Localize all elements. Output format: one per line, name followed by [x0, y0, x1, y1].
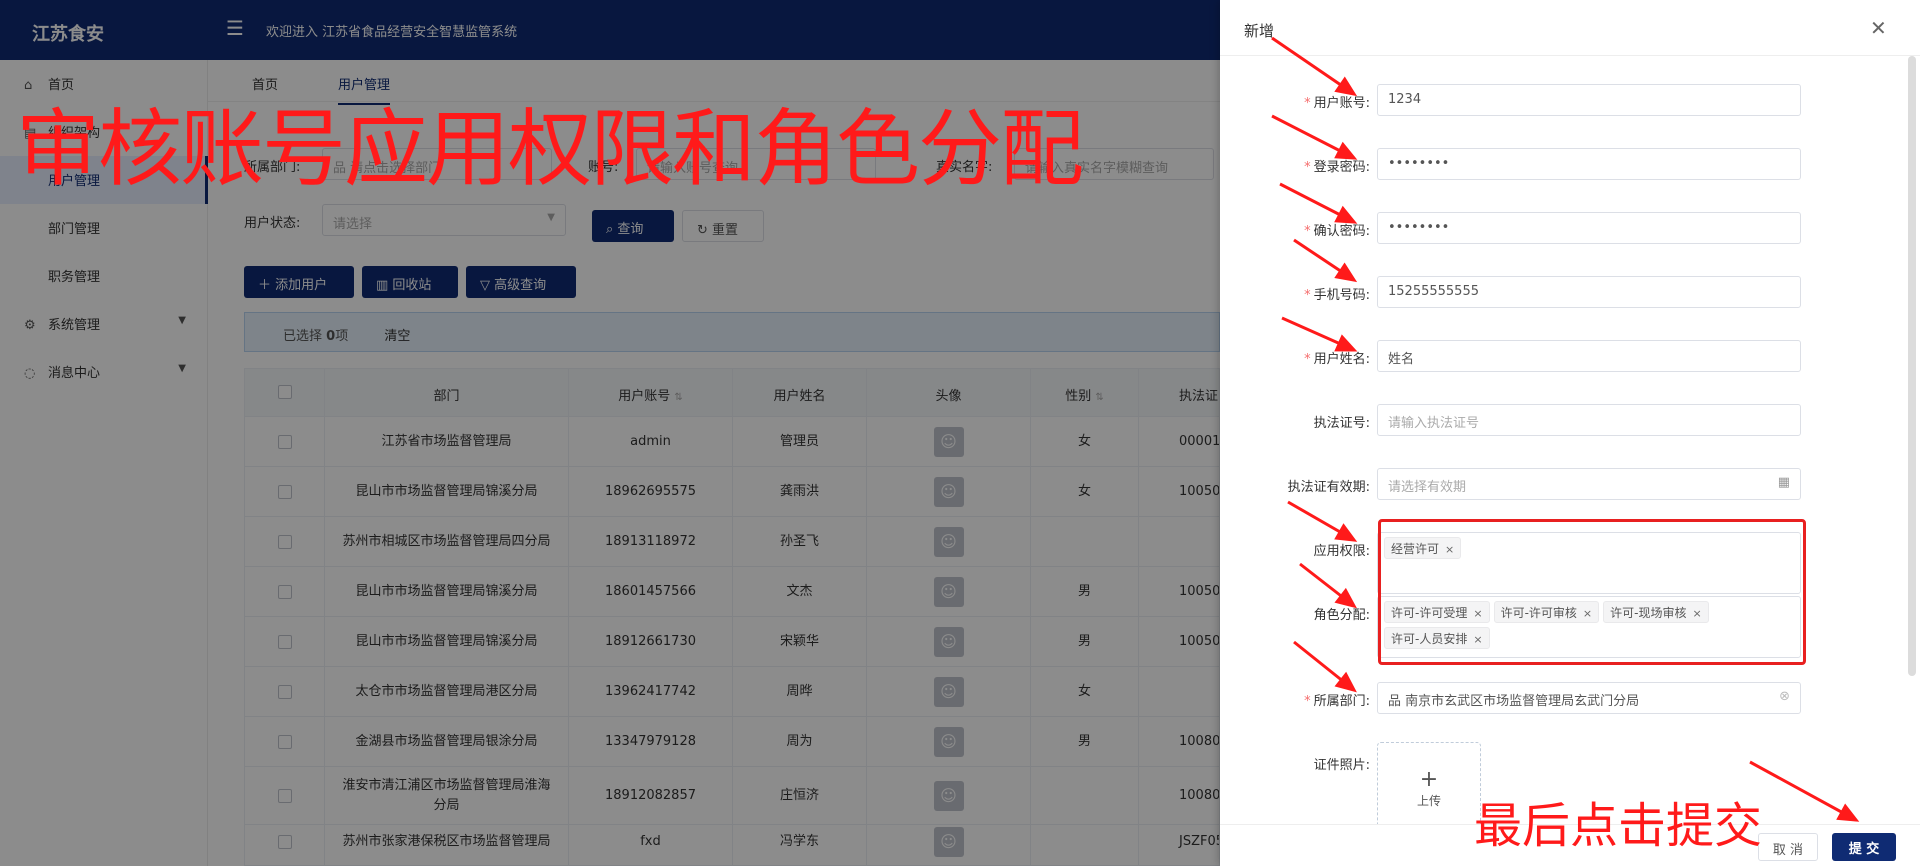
cancel-button[interactable]: 取 消	[1758, 833, 1818, 861]
confirm-password-label: * 确认密码:	[1220, 220, 1370, 239]
plus-icon: +	[1419, 767, 1439, 792]
phone-label: * 手机号码:	[1220, 284, 1370, 303]
drawer-title: 新增	[1244, 22, 1275, 40]
annotation-submit-hint: 最后点击提交	[1474, 798, 1763, 854]
dept-value: 南京市玄武区市场监督管理局玄武门分局	[1405, 694, 1640, 709]
calendar-icon: ▦	[1777, 475, 1790, 490]
phone-label-text: 手机号码:	[1313, 288, 1370, 303]
username-label-text: 用户账号:	[1313, 96, 1370, 111]
password-label-text: 登录密码:	[1313, 160, 1370, 175]
drawer-header: 新增 ✕	[1220, 0, 1920, 56]
username-label: * 用户账号:	[1220, 92, 1370, 111]
confirm-password-input[interactable]: ••••••••	[1377, 212, 1801, 244]
drawer-scrollbar[interactable]	[1908, 56, 1916, 676]
dept-label-text: 所属部门:	[1313, 694, 1370, 709]
required-mark: *	[1304, 160, 1311, 175]
required-mark: *	[1304, 694, 1311, 709]
phone-input[interactable]: 15255555555	[1377, 276, 1801, 308]
realname-label-text: 用户姓名:	[1313, 352, 1370, 367]
add-user-drawer: 新增 ✕ * 用户账号: 1234 * 登录密码: •••••••• * 确认密码: …	[1220, 0, 1920, 866]
required-mark: *	[1304, 288, 1311, 303]
confirm-label-text: 确认密码:	[1313, 224, 1370, 239]
required-mark: *	[1304, 96, 1311, 111]
role-assignment-label: 角色分配:	[1313, 608, 1370, 623]
clear-icon[interactable]: ⊗	[1779, 689, 1790, 704]
cert-expiry-placeholder: 请选择有效期	[1388, 480, 1467, 495]
realname-label: * 用户姓名:	[1220, 348, 1370, 367]
realname-input[interactable]: 姓名	[1377, 340, 1801, 372]
submit-button[interactable]: 提 交	[1832, 833, 1896, 861]
photo-label: 证件照片:	[1313, 758, 1370, 773]
highlight-box	[1378, 519, 1806, 665]
password-input[interactable]: ••••••••	[1377, 148, 1801, 180]
username-input[interactable]: 1234	[1377, 84, 1801, 116]
cert-expiry-picker[interactable]: 请选择有效期 ▦	[1377, 468, 1801, 500]
close-icon[interactable]: ✕	[1870, 16, 1887, 40]
app-permission-label: 应用权限:	[1313, 544, 1370, 559]
required-mark: *	[1304, 224, 1311, 239]
annotation-title: 审核账号应用权限和角色分配	[16, 100, 1084, 198]
password-label: * 登录密码:	[1220, 156, 1370, 175]
cert-expiry-label: 执法证有效期:	[1287, 480, 1370, 495]
upload-label: 上传	[1416, 794, 1441, 808]
required-mark: *	[1304, 352, 1311, 367]
dept-tree-select[interactable]: 品 南京市玄武区市场监督管理局玄武门分局 ⊗	[1377, 682, 1801, 714]
cert-label: 执法证号:	[1313, 416, 1370, 431]
cert-input[interactable]: 请输入执法证号	[1377, 404, 1801, 436]
dept-label: * 所属部门:	[1220, 690, 1370, 709]
tree-icon: 品	[1388, 694, 1406, 709]
